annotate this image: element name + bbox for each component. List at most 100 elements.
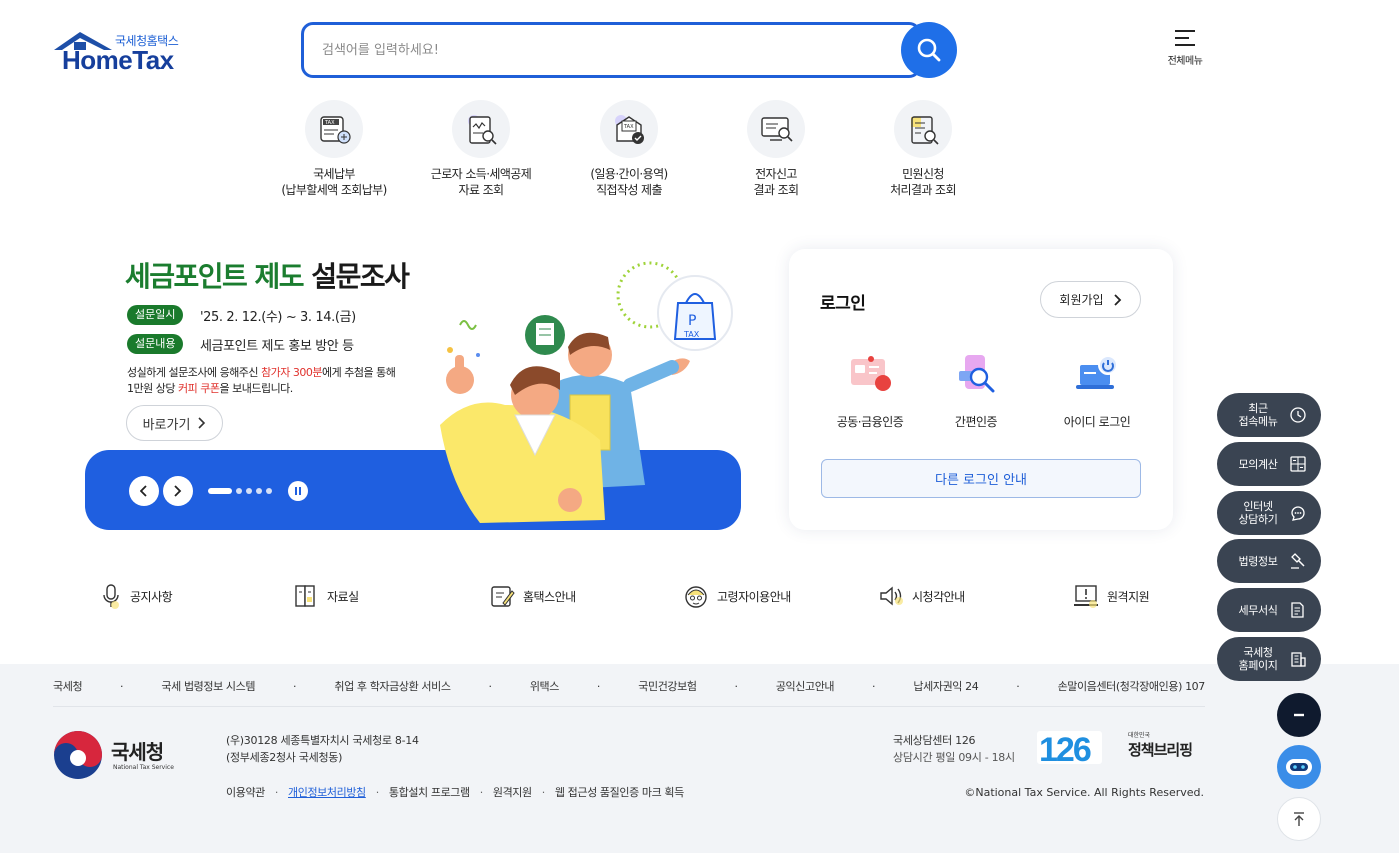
banner-goto-label: 바로가기 bbox=[142, 417, 191, 433]
link-archive[interactable]: 자료실 bbox=[293, 582, 359, 610]
quick-menu-direct-submit[interactable]: TAX (일용·간이·용역) 직접작성 제출 bbox=[554, 100, 704, 198]
civil-petition-search-icon bbox=[911, 116, 939, 145]
e-filing-search-icon bbox=[761, 117, 793, 142]
footer-divider bbox=[53, 706, 1205, 707]
login-option-simple[interactable]: 간편인증 bbox=[921, 353, 1031, 430]
deduction-search-icon bbox=[468, 115, 497, 145]
banner-title-black: 설문조사 bbox=[311, 260, 410, 293]
chat-consult-icon bbox=[1291, 506, 1305, 521]
building-icon bbox=[1291, 652, 1306, 667]
banner-content-pill: 설문내용 bbox=[127, 334, 184, 354]
footer-link-nts[interactable]: 국세청 bbox=[53, 678, 83, 694]
all-menu-button[interactable]: 전체메뉴 bbox=[1163, 30, 1207, 67]
footer-address: (우)30128 세종특별자치시 국세청로 8-14 (정부세종2청사 국세청동… bbox=[226, 734, 419, 764]
call-126-badge: 126 bbox=[1037, 731, 1102, 764]
hometax-logo[interactable]: 국세청홈택스 HomeTax bbox=[52, 28, 192, 76]
login-option-certificate[interactable]: 공동·금융인증 bbox=[815, 353, 925, 430]
quick-menu-line2: 직접작성 제출 bbox=[596, 183, 662, 197]
banner-dot[interactable] bbox=[266, 488, 272, 494]
quick-menu-civil-petition[interactable]: 민원신청 처리결과 조회 bbox=[848, 100, 998, 198]
quick-menu-line2: 처리결과 조회 bbox=[890, 183, 956, 197]
other-login-guide-button[interactable]: 다른 로그인 안내 bbox=[821, 459, 1141, 498]
nts-english-name: National Tax Service bbox=[113, 764, 174, 771]
banner-next-button[interactable] bbox=[163, 476, 193, 506]
main-banner[interactable]: 세금포인트 제도 설문조사 설문일시 '25. 2. 12.(수) ~ 3. 1… bbox=[85, 245, 741, 530]
accessibility-mark-link[interactable]: 웹 접근성 품질인증 마크 획득 bbox=[555, 784, 684, 800]
footer-link-whistleblower[interactable]: 공익신고안내 bbox=[776, 678, 835, 694]
link-senior-guide[interactable]: 고령자이용안내 bbox=[683, 582, 791, 610]
login-option-id[interactable]: 아이디 로그인 bbox=[1042, 353, 1152, 430]
consult-center-info: 국세상담센터 126 상담시간 평일 09시 - 18시 bbox=[893, 734, 1015, 764]
footer-link-student-loan[interactable]: 취업 후 학자금상환 서비스 bbox=[334, 678, 451, 694]
law-info-button[interactable]: 법령정보 bbox=[1217, 539, 1321, 583]
link-label: 공지사항 bbox=[130, 589, 173, 604]
call-number: 126 bbox=[1039, 731, 1091, 764]
quick-menu-line1: 근로자 소득·세액공제 bbox=[430, 167, 532, 181]
login-panel: 로그인 회원가입 공동·금융인증 간편인증 아이디 로그인 다른 로그인 안내 bbox=[789, 249, 1173, 530]
chatbot-button[interactable] bbox=[1277, 745, 1321, 789]
remote-support-link[interactable]: 원격지원 bbox=[493, 784, 532, 800]
senior-icon bbox=[685, 586, 707, 608]
quick-menu-line2: 결과 조회 bbox=[753, 183, 800, 197]
join-label: 회원가입 bbox=[1059, 293, 1104, 307]
policy-briefing-logo[interactable]: 대한민국 정책브리핑 bbox=[1128, 730, 1204, 762]
copyright: ©National Tax Service. All Rights Reserv… bbox=[964, 786, 1204, 799]
nts-homepage-button[interactable]: 국세청 홈페이지 bbox=[1217, 637, 1321, 681]
quick-menu-line1: 국세납부 bbox=[313, 167, 355, 181]
footer-link-relay-center[interactable]: 손말이음센터(청각장애인용) 107 bbox=[1058, 678, 1206, 694]
chevron-left-icon bbox=[140, 485, 147, 497]
link-notice[interactable]: 공지사항 bbox=[100, 582, 173, 610]
nts-name: 국세청 bbox=[111, 740, 164, 764]
terms-link[interactable]: 이용약관 bbox=[226, 784, 265, 800]
footer-link-health-insurance[interactable]: 국민건강보험 bbox=[638, 678, 697, 694]
banner-prev-button[interactable] bbox=[129, 476, 159, 506]
join-button[interactable]: 회원가입 bbox=[1040, 281, 1141, 318]
tax-forms-button[interactable]: 세무서식 bbox=[1217, 588, 1321, 632]
footer-link-wetax[interactable]: 위택스 bbox=[530, 678, 560, 694]
certificate-card-icon bbox=[851, 356, 891, 391]
taegeuk-emblem-icon bbox=[54, 731, 102, 779]
login-option-label: 아이디 로그인 bbox=[1063, 415, 1131, 429]
footer-link-taxpayer-rights[interactable]: 납세자권익 24 bbox=[913, 678, 978, 694]
internet-consult-button[interactable]: 인터넷 상담하기 bbox=[1217, 491, 1321, 535]
quick-menu-tax-payment[interactable]: TAX 국세납부 (납부할세액 조회납부) bbox=[259, 100, 409, 198]
banner-dot[interactable] bbox=[256, 488, 262, 494]
floating-label: 모의계산 bbox=[1238, 457, 1278, 471]
gavel-icon bbox=[1291, 553, 1305, 569]
tax-payment-icon: TAX bbox=[320, 116, 351, 144]
banner-dot-active[interactable] bbox=[208, 488, 232, 494]
link-remote-support[interactable]: 원격지원 bbox=[1073, 582, 1150, 610]
guide-edit-icon bbox=[491, 586, 515, 607]
banner-date-pill: 설문일시 bbox=[127, 305, 184, 325]
banner-pause-button[interactable] bbox=[288, 481, 308, 501]
chevron-right-icon bbox=[198, 417, 206, 429]
banner-dot[interactable] bbox=[236, 488, 242, 494]
chevron-right-icon bbox=[1113, 293, 1121, 306]
login-title: 로그인 bbox=[820, 294, 866, 314]
footer-link-law[interactable]: 국세 법령정보 시스템 bbox=[161, 678, 255, 694]
nts-logo[interactable]: 국세청 National Tax Service bbox=[53, 730, 193, 780]
search-box bbox=[301, 22, 921, 78]
mock-calculation-button[interactable]: 모의계산 bbox=[1217, 442, 1321, 486]
quick-menu-e-filing[interactable]: 전자신고 결과 조회 bbox=[701, 100, 851, 198]
logo-text: HomeTax bbox=[62, 45, 174, 75]
collapse-floating-button[interactable] bbox=[1277, 693, 1321, 737]
banner-goto-button[interactable]: 바로가기 bbox=[126, 405, 223, 441]
privacy-policy-link[interactable]: 개인정보처리방침 bbox=[288, 784, 366, 800]
recent-menu-button[interactable]: 최근 접속메뉴 bbox=[1217, 393, 1321, 437]
search-button[interactable] bbox=[901, 22, 957, 78]
search-input[interactable] bbox=[322, 38, 882, 62]
link-audiovisual-guide[interactable]: 시청각안내 bbox=[878, 582, 965, 610]
banner-dot[interactable] bbox=[246, 488, 252, 494]
link-label: 자료실 bbox=[327, 589, 359, 604]
install-program-link[interactable]: 통합설치 프로그램 bbox=[389, 784, 470, 800]
banner-title: 세금포인트 제도 설문조사 bbox=[125, 255, 410, 295]
link-hometax-guide[interactable]: 홈택스안내 bbox=[489, 582, 576, 610]
banner-pagination[interactable] bbox=[208, 488, 272, 494]
quick-menu-deduction[interactable]: 근로자 소득·세액공제 자료 조회 bbox=[406, 100, 556, 198]
speaker-icon bbox=[880, 586, 903, 606]
chatbot-robot-icon bbox=[1286, 759, 1312, 775]
floating-label: 인터넷 상담하기 bbox=[1238, 500, 1278, 526]
clock-icon bbox=[1290, 407, 1306, 423]
scroll-top-button[interactable] bbox=[1277, 797, 1321, 841]
